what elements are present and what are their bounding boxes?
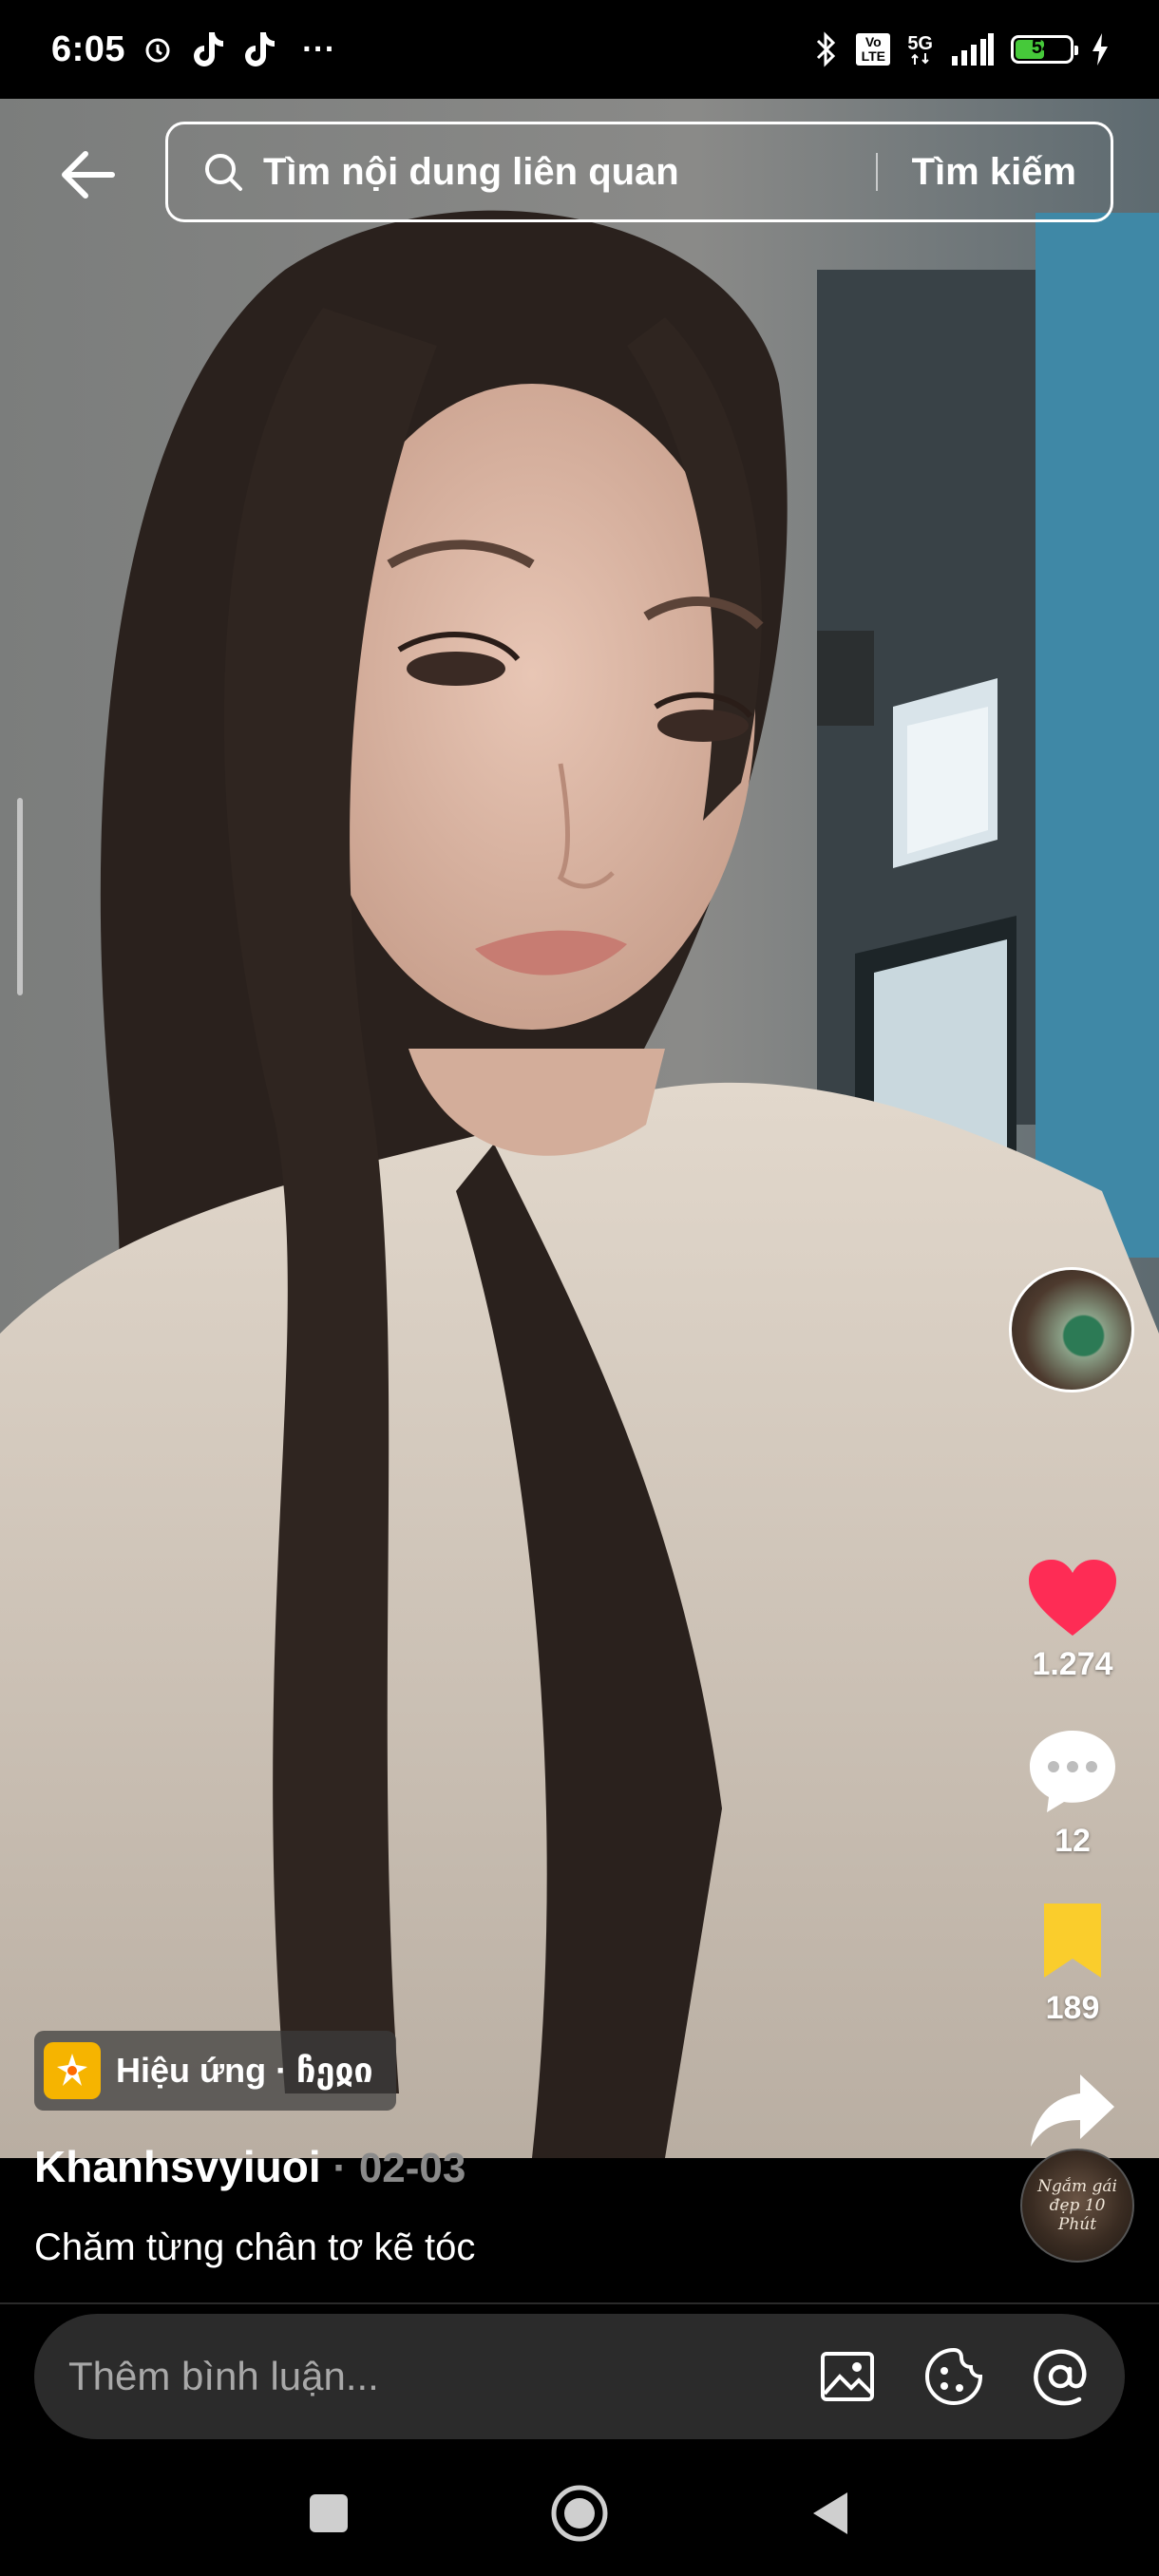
more-notifications: ··· xyxy=(302,30,336,67)
clock: 6:05 xyxy=(51,28,126,69)
status-bar: 6:05 ··· Vo LTE 5G 54 xyxy=(0,0,1159,99)
comment-bar: Thêm bình luận... xyxy=(34,2314,1125,2439)
comment-input[interactable]: Thêm bình luận... xyxy=(68,2354,771,2399)
emoji-icon[interactable] xyxy=(923,2346,984,2407)
effect-label: Hiệu ứng · ჩეჲი xyxy=(116,2051,373,2090)
video-player[interactable]: Tìm nội dung liên quan Tìm kiếm 1.274 12… xyxy=(0,99,1159,2158)
system-nav-bar xyxy=(0,2451,1159,2576)
tiktok-icon xyxy=(241,30,276,68)
search-divider xyxy=(875,153,878,191)
alarm-icon xyxy=(142,34,173,65)
bluetooth-icon xyxy=(814,30,839,68)
share-arrow-icon xyxy=(1031,2074,1114,2147)
caption-area: Khanhsvyiuoi · 02-03 Chăm từng chân tơ k… xyxy=(0,2142,1159,2302)
comment-count: 12 xyxy=(1054,1823,1091,1859)
music-disc[interactable]: Ngắm gái đẹp 10 Phút xyxy=(1020,2149,1134,2263)
battery-icon: 54 xyxy=(1011,35,1078,64)
scroll-indicator xyxy=(17,798,23,995)
comment-icon xyxy=(1030,1731,1115,1812)
search-button[interactable]: Tìm kiếm xyxy=(912,151,1076,194)
signal-icon xyxy=(950,33,994,66)
comment-button[interactable]: 12 xyxy=(1007,1729,1138,1860)
back-arrow-icon xyxy=(62,151,115,199)
heart-icon xyxy=(1029,1560,1116,1636)
date-separator: · xyxy=(332,2145,348,2191)
save-count: 189 xyxy=(1045,1990,1100,2026)
post-date: 02-03 xyxy=(358,2145,466,2191)
square-icon xyxy=(310,2494,348,2532)
volte-badge: Vo LTE xyxy=(856,33,891,66)
author-line: Khanhsvyiuoi · 02-03 xyxy=(34,2141,466,2192)
creator-avatar[interactable] xyxy=(1009,1267,1134,1392)
like-count: 1.274 xyxy=(1032,1646,1113,1682)
search-input[interactable]: Tìm nội dung liên quan xyxy=(263,151,857,194)
search-icon xyxy=(202,151,244,193)
tiktok-icon xyxy=(190,30,224,68)
mention-icon[interactable] xyxy=(1030,2346,1091,2407)
effect-chip[interactable]: Hiệu ứng · ჩეჲი xyxy=(34,2031,396,2111)
home-circle-icon xyxy=(551,2485,608,2542)
author-name[interactable]: Khanhsvyiuoi xyxy=(34,2142,321,2191)
bookmark-icon xyxy=(1044,1904,1101,1978)
network-type: 5G xyxy=(907,34,933,65)
share-button[interactable]: 80 xyxy=(1007,2071,1138,2158)
save-button[interactable]: 189 xyxy=(1007,1900,1138,2027)
music-disc-label: Ngắm gái đẹp 10 Phút xyxy=(1037,2177,1117,2234)
search-bar[interactable]: Tìm nội dung liên quan Tìm kiếm xyxy=(165,122,1113,222)
divider xyxy=(0,2302,1159,2304)
like-button[interactable]: 1.274 xyxy=(1007,1558,1138,1683)
image-icon[interactable] xyxy=(817,2346,878,2407)
triangle-back-icon xyxy=(813,2492,847,2534)
back-nav-button[interactable] xyxy=(800,2483,861,2544)
charging-icon xyxy=(1091,33,1110,66)
post-description: Chăm từng chân tơ kẽ tóc xyxy=(34,2226,476,2268)
back-button[interactable] xyxy=(53,141,122,209)
video-frame xyxy=(0,99,1159,2158)
effect-sparkle-icon xyxy=(44,2042,101,2099)
home-button[interactable] xyxy=(549,2483,610,2544)
recent-apps-button[interactable] xyxy=(298,2483,359,2544)
